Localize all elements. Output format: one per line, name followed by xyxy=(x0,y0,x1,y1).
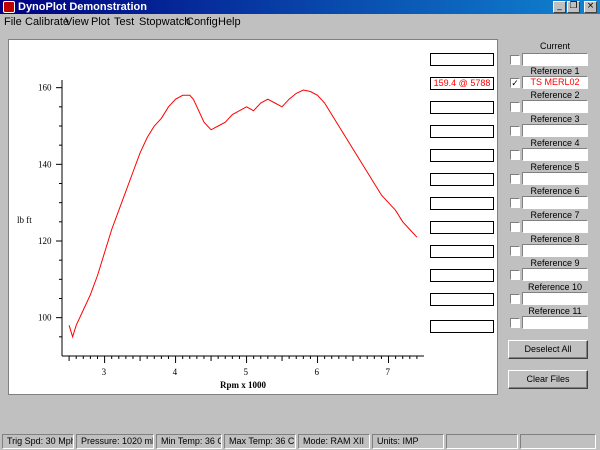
status-bar: Trig Spd: 30 Mph Pressure: 1020 mb Min T… xyxy=(0,433,600,450)
y-tick-label: 160 xyxy=(38,83,52,93)
x-tick-label: 5 xyxy=(244,367,249,377)
close-button[interactable]: × xyxy=(584,1,597,13)
current-label: Current xyxy=(539,41,570,51)
status-panel-8 xyxy=(520,434,596,449)
reference-checkbox-5[interactable] xyxy=(510,174,520,184)
menu-file[interactable]: File xyxy=(4,15,22,29)
torque-curve xyxy=(68,89,418,339)
status-units: Units: IMP xyxy=(372,434,444,449)
reference-label-4: Reference 4 xyxy=(530,138,580,148)
menu-test[interactable]: Test xyxy=(114,15,134,29)
readout-ref-2 xyxy=(430,101,494,114)
readout-ref-3 xyxy=(430,125,494,138)
reference-checkbox-11[interactable] xyxy=(510,318,520,328)
reference-field-11[interactable] xyxy=(522,316,588,329)
menu-plot[interactable]: Plot xyxy=(91,15,110,29)
reference-field-6[interactable] xyxy=(522,196,588,209)
reference-checkbox-7[interactable] xyxy=(510,222,520,232)
app-icon xyxy=(3,1,15,13)
reference-checkbox-8[interactable] xyxy=(510,246,520,256)
reference-label-1: Reference 1 xyxy=(530,66,580,76)
reference-label-7: Reference 7 xyxy=(530,210,580,220)
readout-current xyxy=(430,53,494,66)
torque-chart: 3 4 5 6 7 100 120 140 160 lb ft Rpm x 1000 xyxy=(17,80,424,390)
reference-checkbox-6[interactable] xyxy=(510,198,520,208)
reference-checkbox-3[interactable] xyxy=(510,126,520,136)
menu-config[interactable]: Config xyxy=(186,15,218,29)
clear-files-button[interactable]: Clear Files xyxy=(508,370,588,389)
reference-label-11: Reference 11 xyxy=(528,306,582,316)
x-tick-label: 4 xyxy=(173,367,178,377)
reference-label-9: Reference 9 xyxy=(530,258,580,268)
x-tick-label: 6 xyxy=(315,367,320,377)
plot-area: 3 4 5 6 7 100 120 140 160 lb ft Rpm x 1000 xyxy=(8,39,498,395)
readout-ref-9 xyxy=(430,269,494,282)
readout-ref-4 xyxy=(430,149,494,162)
reference-field-4[interactable] xyxy=(522,148,588,161)
reference-label-6: Reference 6 xyxy=(530,186,580,196)
reference-label-3: Reference 3 xyxy=(530,114,580,124)
reference-label-5: Reference 5 xyxy=(530,162,580,172)
readout-ref-6 xyxy=(430,197,494,210)
x-tick-label: 7 xyxy=(386,367,391,377)
reference-checkbox-1[interactable]: ✓ xyxy=(510,78,520,88)
deselect-all-button[interactable]: Deselect All xyxy=(508,340,588,359)
reference-label-8: Reference 8 xyxy=(530,234,580,244)
reference-checkbox-9[interactable] xyxy=(510,270,520,280)
reference-field-1[interactable]: TS MERL02 xyxy=(522,76,588,89)
x-axis-label: Rpm x 1000 xyxy=(220,380,267,390)
title-bar: DynoPlot Demonstration _ ❐ × xyxy=(0,0,600,14)
reference-checkbox-2[interactable] xyxy=(510,102,520,112)
reference-checkbox-10[interactable] xyxy=(510,294,520,304)
menu-help[interactable]: Help xyxy=(218,15,241,29)
readout-ref-5 xyxy=(430,173,494,186)
current-field[interactable] xyxy=(522,53,588,66)
reference-field-9[interactable] xyxy=(522,268,588,281)
window-title: DynoPlot Demonstration xyxy=(18,1,147,13)
y-axis-label: lb ft xyxy=(17,215,32,225)
reference-field-2[interactable] xyxy=(522,100,588,113)
status-pressure: Pressure: 1020 mb xyxy=(76,434,154,449)
reference-field-10[interactable] xyxy=(522,292,588,305)
x-tick-label: 3 xyxy=(102,367,107,377)
reference-field-7[interactable] xyxy=(522,220,588,233)
readout-ref-8 xyxy=(430,245,494,258)
minimize-button[interactable]: _ xyxy=(553,1,566,13)
status-min-temp: Min Temp: 36 C xyxy=(156,434,222,449)
menu-stopwatch[interactable]: Stopwatch xyxy=(139,15,190,29)
y-tick-label: 100 xyxy=(38,313,52,323)
reference-field-3[interactable] xyxy=(522,124,588,137)
current-checkbox[interactable] xyxy=(510,55,520,65)
menu-bar: File Calibrate View Plot Test Stopwatch … xyxy=(0,14,600,30)
status-panel-7 xyxy=(446,434,518,449)
y-tick-label: 140 xyxy=(38,159,52,169)
reference-label-10: Reference 10 xyxy=(527,282,583,292)
readout-ref-1: 159.4 @ 5788 xyxy=(430,77,494,90)
reference-field-8[interactable] xyxy=(522,244,588,257)
y-tick-label: 120 xyxy=(38,236,52,246)
status-max-temp: Max Temp: 36 C xyxy=(224,434,296,449)
reference-field-5[interactable] xyxy=(522,172,588,185)
readout-ref-10 xyxy=(430,293,494,306)
reference-checkbox-4[interactable] xyxy=(510,150,520,160)
menu-calibrate[interactable]: Calibrate xyxy=(25,15,69,29)
menu-view[interactable]: View xyxy=(65,15,89,29)
status-mode: Mode: RAM XII xyxy=(298,434,370,449)
maximize-button[interactable]: ❐ xyxy=(567,1,580,13)
readout-ref-11 xyxy=(430,320,494,333)
reference-label-2: Reference 2 xyxy=(530,90,580,100)
status-trig-speed: Trig Spd: 30 Mph xyxy=(2,434,74,449)
readout-ref-7 xyxy=(430,221,494,234)
